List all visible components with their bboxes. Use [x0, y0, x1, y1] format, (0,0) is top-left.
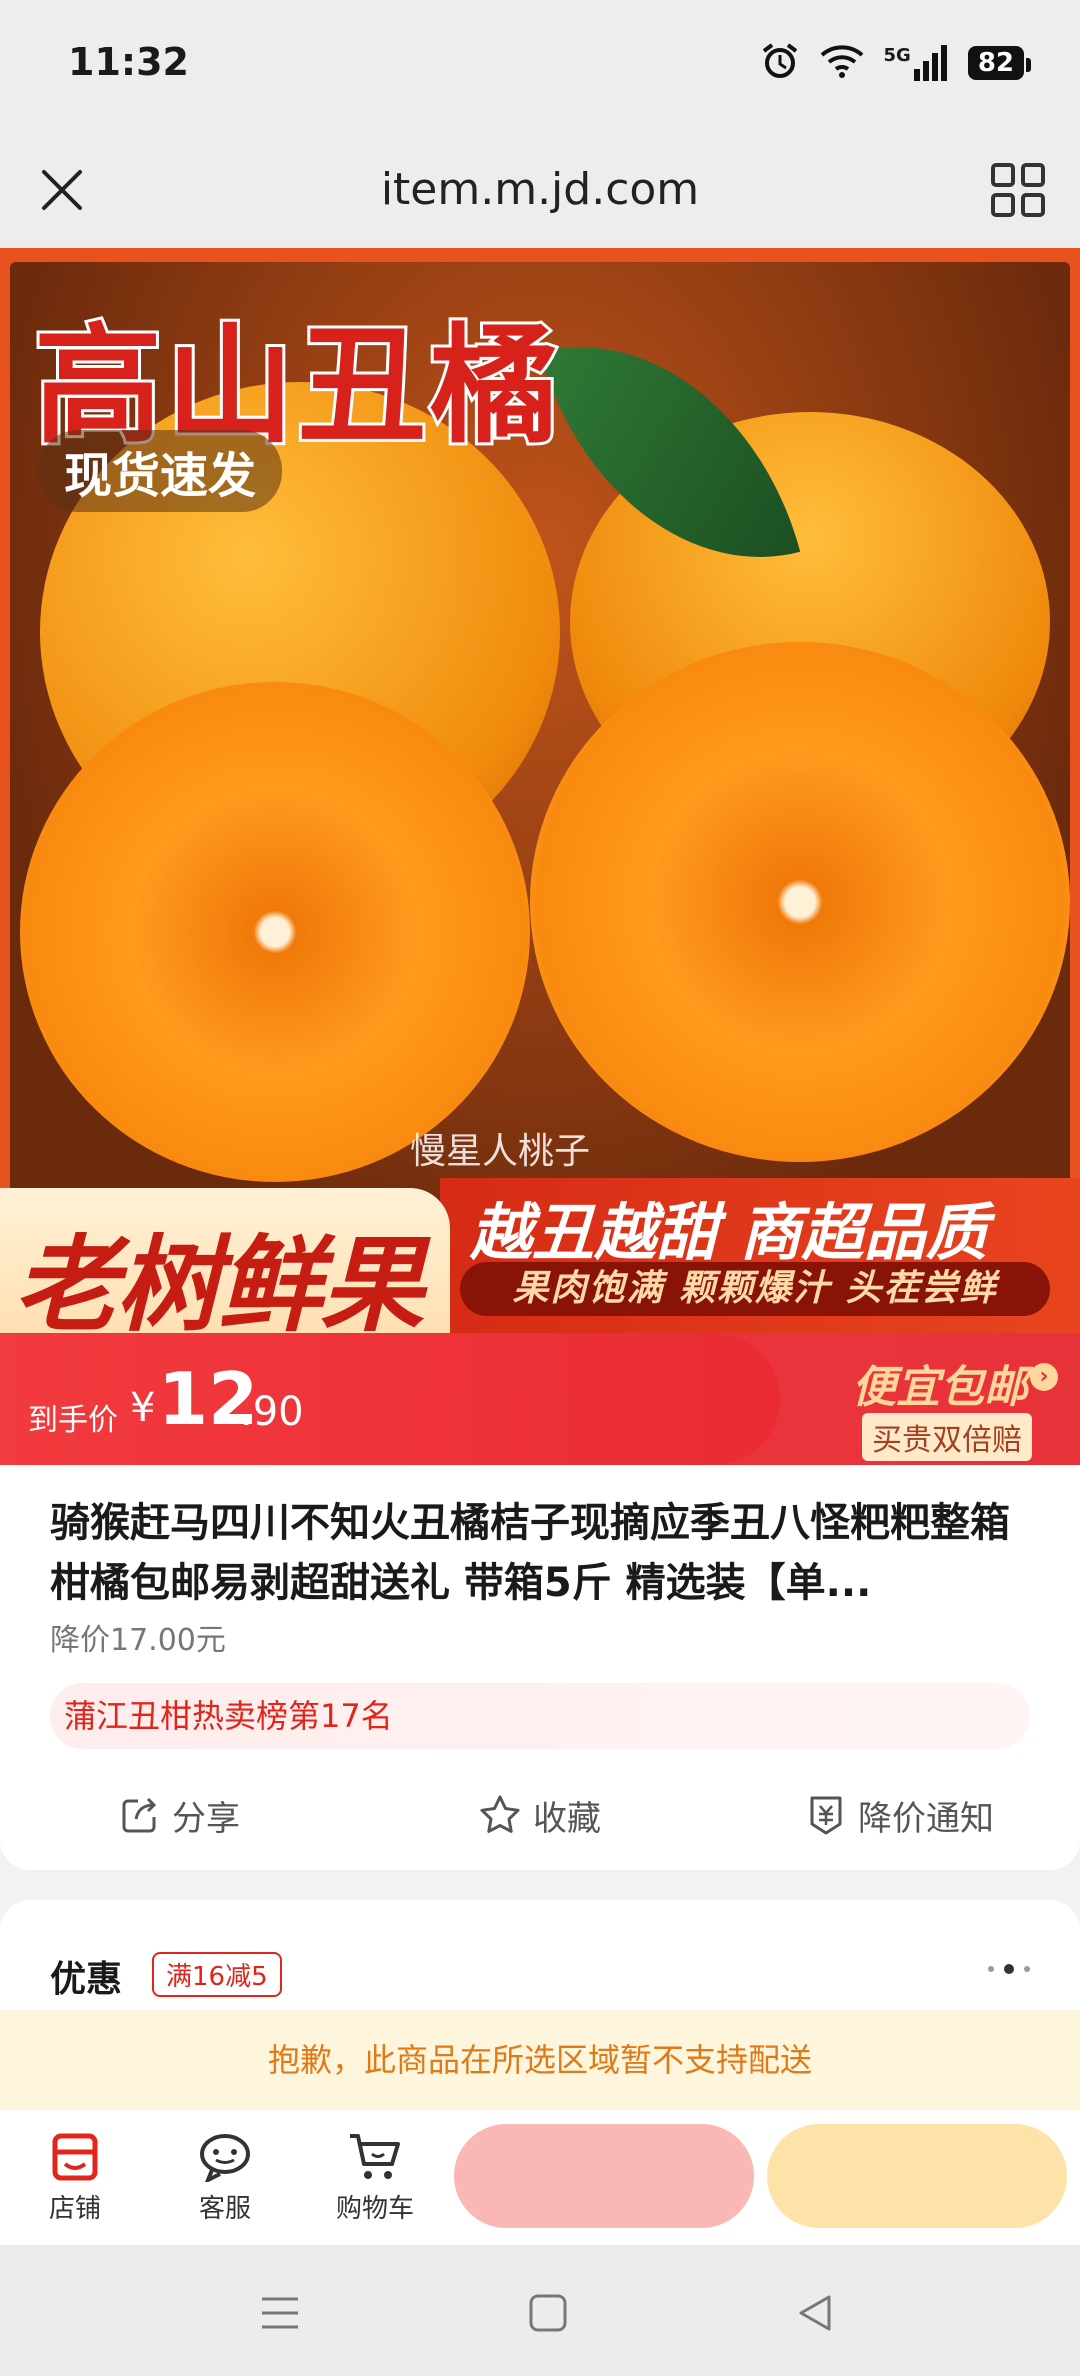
price-alert-button[interactable]: 降价通知 [720, 1775, 1080, 1855]
product-info-card: 骑猴赶马四川不知火丑橘桔子现摘应季丑八怪粑粑整箱柑橘包邮易剥超甜送礼 带箱5斤 … [0, 1465, 1080, 1870]
hero-tag: 现货速发 [38, 430, 283, 512]
coupon-tag: 满16减5 [152, 1952, 282, 1997]
url-text: item.m.jd.com [380, 164, 700, 215]
ranking-badge[interactable]: 蒲江丑柑热卖榜第17名 [50, 1683, 1030, 1749]
status-icons: 5G 82 [760, 40, 1032, 86]
offers-label: 优惠 [50, 1959, 123, 2000]
battery-indicator: 82 [967, 46, 1032, 80]
product-photo: 高山丑橘 现货速发 慢星人桃子 [10, 262, 1070, 1262]
price-label: 到手价 [28, 1403, 118, 1438]
home-square-icon [529, 2294, 567, 2332]
status-time: 11:32 [68, 40, 189, 84]
more-dots-icon[interactable] [988, 1964, 1030, 1974]
menu-grid-button[interactable] [986, 158, 1050, 222]
share-label: 分享 [172, 1798, 240, 1839]
price-currency: ¥ [130, 1385, 156, 1431]
alarm-icon [760, 41, 800, 85]
favorite-button[interactable]: 收藏 [360, 1775, 720, 1855]
store-icon [52, 2133, 98, 2180]
chevron-right-icon[interactable]: › [1030, 1363, 1058, 1391]
recent-apps-button[interactable] [250, 2283, 310, 2343]
banner-left: 老树鲜果 [0, 1188, 450, 1333]
customer-service-label: 客服 [198, 2193, 251, 2224]
orange-cut-right [530, 642, 1070, 1162]
back-button[interactable] [785, 2283, 845, 2343]
delivery-notice: 抱歉，此商品在所选区域暂不支持配送 [0, 2010, 1080, 2110]
favorite-label: 收藏 [533, 1798, 601, 1839]
star-icon [480, 1795, 520, 1833]
wifi-icon [820, 43, 864, 83]
status-bar: 11:32 5G 82 [0, 0, 1080, 130]
cart-label: 购物车 [335, 2193, 414, 2224]
system-navigation-bar [0, 2245, 1080, 2376]
price-drop-text: 降价17.00元 [50, 1623, 226, 1658]
menu-icon [262, 2297, 298, 2329]
share-button[interactable]: 分享 [0, 1775, 360, 1855]
action-row: 分享 收藏 降价通知 [0, 1775, 1080, 1855]
browser-url-bar: item.m.jd.com [0, 130, 1080, 248]
network-type: 5G [883, 45, 911, 66]
product-title: 骑猴赶马四川不知火丑橘桔子现摘应季丑八怪粑粑整箱柑橘包邮易剥超甜送礼 带箱5斤 … [50, 1500, 1010, 1606]
add-to-cart-button[interactable] [454, 2124, 754, 2228]
home-button[interactable] [518, 2283, 578, 2343]
bottom-action-bar: 店铺 客服 购物车 [0, 2110, 1080, 2245]
share-icon [122, 1797, 157, 1833]
promo-free-shipping[interactable]: 便宜包邮 [852, 1351, 1028, 1415]
product-image[interactable]: 高山丑橘 现货速发 慢星人桃子 越丑越甜 商超品质 果肉饱满 颗颗爆汁 头茬尝鲜… [0, 248, 1080, 1333]
back-triangle-icon [799, 2295, 831, 2331]
banner-right: 越丑越甜 商超品质 果肉饱满 颗颗爆汁 头茬尝鲜 [440, 1178, 1080, 1333]
signal-icon: 5G [884, 45, 948, 81]
banner-slogan: 越丑越甜 商超品质 [470, 1196, 988, 1269]
price-bar: 到手价 ¥ 12 .90 便宜包邮 › 买贵双倍赔 [0, 1333, 1080, 1465]
store-label: 店铺 [48, 2193, 101, 2224]
price-decimal: .90 [240, 1389, 304, 1435]
cart-button[interactable]: 购物车 [315, 2118, 435, 2238]
orange-cut-left [20, 682, 530, 1182]
grid-icon [991, 163, 1045, 217]
chat-icon [200, 2133, 250, 2182]
promo-banner: 越丑越甜 商超品质 果肉饱满 颗颗爆汁 头茬尝鲜 老树鲜果 [0, 1148, 1080, 1333]
banner-left-text: 老树鲜果 [14, 1223, 424, 1333]
banner-subslogan: 果肉饱满 颗颗爆汁 头茬尝鲜 [460, 1262, 1050, 1316]
store-button[interactable]: 店铺 [15, 2118, 135, 2238]
price-alert-icon [810, 1796, 842, 1835]
cart-icon [350, 2133, 400, 2179]
buy-now-button[interactable] [767, 2124, 1067, 2228]
promo-guarantee: 买贵双倍赔 [862, 1413, 1032, 1461]
customer-service-button[interactable]: 客服 [165, 2118, 285, 2238]
offers-card[interactable]: 优惠 满16减5 [0, 1900, 1080, 2010]
price-alert-label: 降价通知 [858, 1798, 994, 1839]
